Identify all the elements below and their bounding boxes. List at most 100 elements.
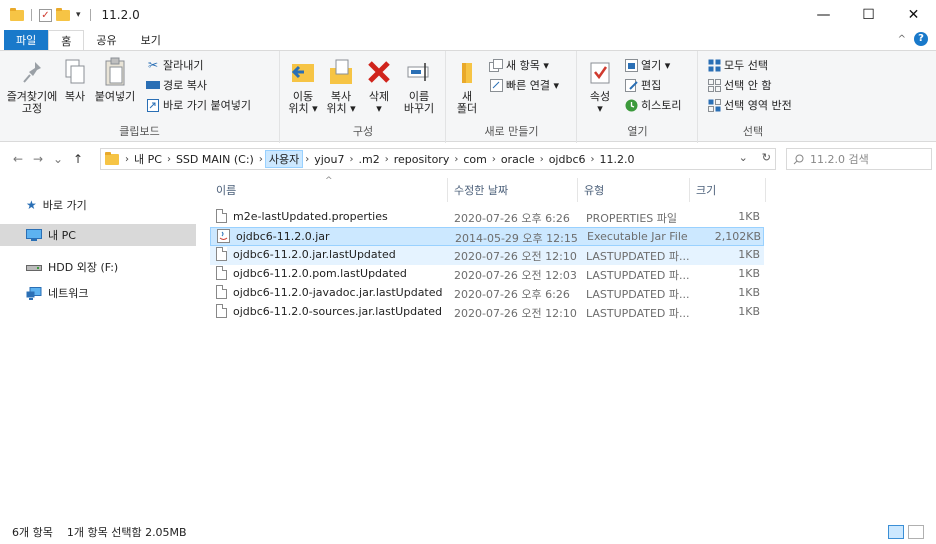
- move-to-button[interactable]: 이동 위치 ▾: [285, 55, 321, 115]
- breadcrumb-item[interactable]: yjou7: [311, 153, 347, 166]
- select-none-button[interactable]: 선택 안 함: [707, 77, 771, 93]
- edit-button[interactable]: 편집: [624, 77, 661, 93]
- copy-path-button[interactable]: 경로 복사: [146, 77, 207, 93]
- chevron-right-icon[interactable]: ›: [303, 154, 311, 165]
- quick-access-dropdown-icon[interactable]: ▾: [76, 10, 81, 20]
- new-folder-quick-icon[interactable]: [56, 7, 70, 21]
- properties-quick-icon[interactable]: ✓: [39, 8, 52, 22]
- address-bar[interactable]: › 내 PC › SSD MAIN (C:) › 사용자 › yjou7 › .…: [100, 148, 776, 170]
- breadcrumb-item[interactable]: com: [460, 153, 490, 166]
- copy-to-button[interactable]: 복사 위치 ▾: [323, 55, 359, 115]
- column-header-label: 유형: [584, 184, 605, 197]
- tab-share[interactable]: 공유: [84, 30, 128, 50]
- nav-item-this-pc[interactable]: 내 PC: [0, 224, 196, 246]
- file-name: ojdbc6-11.2.0-javadoc.jar.lastUpdated: [233, 285, 443, 299]
- properties-button[interactable]: 속성 ▾: [586, 55, 614, 115]
- large-icons-view-icon[interactable]: [908, 525, 924, 539]
- file-size: 1KB: [738, 286, 760, 299]
- close-button[interactable]: ✕: [891, 0, 936, 30]
- tab-file[interactable]: 파일: [4, 30, 49, 50]
- chevron-right-icon[interactable]: ›: [347, 154, 355, 165]
- tab-home[interactable]: 홈: [48, 30, 85, 50]
- tab-view[interactable]: 보기: [129, 30, 173, 50]
- history-button[interactable]: 히스토리: [624, 97, 681, 113]
- breadcrumb-item[interactable]: oracle: [498, 153, 538, 166]
- breadcrumb-item[interactable]: 내 PC: [131, 151, 165, 167]
- column-header-size[interactable]: 크기: [690, 178, 766, 202]
- breadcrumb-item-highlighted[interactable]: 사용자: [264, 150, 304, 168]
- document-icon: [216, 247, 227, 261]
- back-button[interactable]: ←: [8, 152, 28, 166]
- minimize-button[interactable]: —: [801, 0, 846, 30]
- recent-locations-button[interactable]: ⌄: [48, 152, 68, 166]
- refresh-icon[interactable]: ↻: [762, 151, 771, 164]
- chevron-right-icon[interactable]: ›: [452, 154, 460, 165]
- jar-icon: [217, 229, 230, 243]
- chevron-right-icon[interactable]: ›: [538, 154, 546, 165]
- details-view-icon[interactable]: [888, 525, 904, 539]
- maximize-button[interactable]: ☐: [846, 0, 891, 30]
- copy-to-icon: [330, 59, 352, 84]
- nav-item-network[interactable]: 네트워크: [0, 282, 196, 304]
- invert-selection-button[interactable]: 선택 영역 반전: [707, 97, 792, 113]
- breadcrumb-item[interactable]: .m2: [355, 153, 382, 166]
- easy-access-icon: [489, 78, 503, 92]
- breadcrumb-item[interactable]: repository: [391, 153, 453, 166]
- column-header-label: 이름: [216, 184, 237, 197]
- breadcrumb-item[interactable]: ojdbc6: [546, 153, 589, 166]
- status-bar: 6개 항목 1개 항목 선택함 2.05MB: [0, 520, 936, 544]
- file-row[interactable]: m2e-lastUpdated.properties 2020-07-26 오후…: [210, 208, 764, 227]
- drive-icon: [26, 265, 42, 271]
- chevron-right-icon[interactable]: ›: [490, 154, 498, 165]
- forward-button[interactable]: →: [28, 152, 48, 166]
- chevron-up-icon[interactable]: ^: [898, 34, 906, 45]
- invert-selection-label: 선택 영역 반전: [724, 99, 792, 112]
- rename-icon: [407, 63, 429, 81]
- nav-item-external-drive[interactable]: HDD 외장 (F:): [0, 256, 196, 278]
- organize-group-label: 구성: [352, 125, 374, 138]
- easy-access-button[interactable]: 빠른 연결 ▾: [489, 77, 559, 93]
- nav-item-label: 네트워크: [48, 287, 89, 300]
- properties-icon: [590, 62, 610, 84]
- chevron-right-icon[interactable]: ›: [589, 154, 597, 165]
- file-type: LASTUPDATED 파...: [586, 269, 690, 282]
- paste-icon: [105, 57, 125, 86]
- file-row[interactable]: ojdbc6-11.2.0-javadoc.jar.lastUpdated 20…: [210, 284, 764, 303]
- sort-ascending-icon: ^: [325, 176, 333, 186]
- select-all-button[interactable]: 모두 선택: [707, 57, 768, 73]
- chevron-right-icon[interactable]: ›: [383, 154, 391, 165]
- file-row-hover[interactable]: ojdbc6-11.2.0.jar.lastUpdated 2020-07-26…: [210, 246, 764, 265]
- new-folder-button[interactable]: 새 폴더: [453, 55, 481, 115]
- new-folder-icon: [462, 63, 472, 83]
- item-count: 6개 항목: [12, 526, 53, 539]
- nav-item-quick-access[interactable]: ★ 바로 가기: [0, 194, 196, 216]
- search-input[interactable]: 11.2.0 검색: [786, 148, 932, 170]
- chevron-right-icon[interactable]: ›: [257, 154, 265, 165]
- breadcrumb-item[interactable]: 11.2.0: [597, 153, 638, 166]
- column-header-type[interactable]: 유형: [578, 178, 690, 202]
- breadcrumb-item[interactable]: SSD MAIN (C:): [173, 153, 257, 166]
- pin-quick-access-button[interactable]: 즐겨찾기에 고정: [6, 55, 58, 115]
- separator: [89, 9, 91, 21]
- file-row[interactable]: ojdbc6-11.2.0.pom.lastUpdated 2020-07-26…: [210, 265, 764, 284]
- chevron-right-icon[interactable]: ›: [165, 154, 173, 165]
- paste-button[interactable]: 붙여넣기: [92, 55, 138, 103]
- open-button[interactable]: 열기 ▾: [624, 57, 670, 73]
- column-header-date[interactable]: 수정한 날짜: [448, 178, 578, 202]
- up-button[interactable]: ↑: [68, 152, 88, 166]
- address-dropdown-icon[interactable]: ⌄: [739, 151, 748, 164]
- rename-button[interactable]: 이름 바꾸기: [399, 55, 439, 115]
- help-icon[interactable]: ?: [914, 32, 928, 46]
- title-bar: ✓ ▾ 11.2.0 — ☐ ✕: [0, 0, 936, 30]
- new-item-button[interactable]: 새 항목 ▾: [489, 57, 549, 73]
- cut-button[interactable]: ✂ 잘라내기: [146, 57, 204, 73]
- move-to-label: 이동 위치 ▾: [288, 90, 318, 115]
- file-row[interactable]: ojdbc6-11.2.0-sources.jar.lastUpdated 20…: [210, 303, 764, 322]
- paste-shortcut-button[interactable]: 바로 가기 붙여넣기: [146, 97, 251, 113]
- copy-button[interactable]: 복사: [60, 55, 90, 103]
- delete-button[interactable]: 삭제 ▾: [365, 55, 393, 115]
- file-row-selected[interactable]: ojdbc6-11.2.0.jar 2014-05-29 오후 12:15 Ex…: [210, 227, 764, 246]
- column-header-label: 크기: [696, 184, 717, 197]
- organize-group: 이동 위치 ▾ 복사 위치 ▾ 삭제 ▾ 이름 바꾸기 구성: [281, 51, 446, 143]
- pc-icon: [26, 229, 42, 241]
